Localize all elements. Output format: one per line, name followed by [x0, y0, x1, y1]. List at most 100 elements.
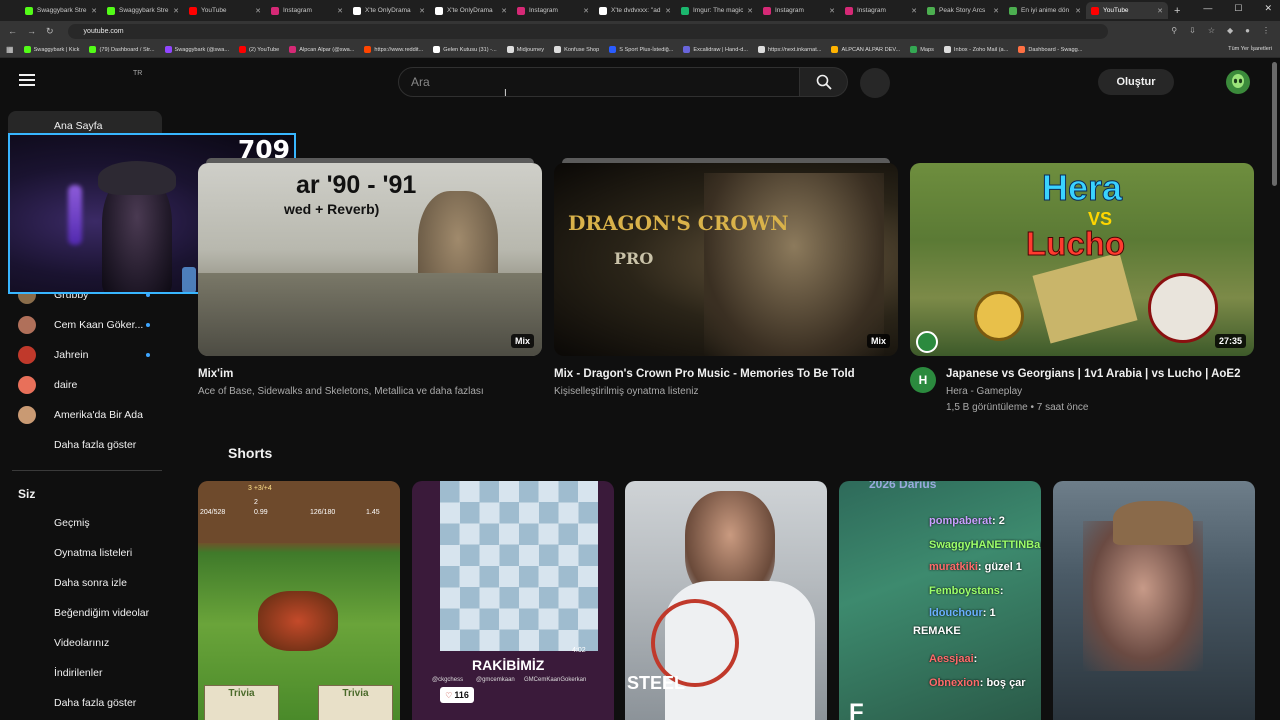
- sidebar-show-more-subs[interactable]: Daha fazla göster: [8, 430, 162, 460]
- tab-close-icon[interactable]: ✕: [993, 7, 999, 15]
- maximize-icon[interactable]: ☐: [1234, 3, 1242, 14]
- close-window-icon[interactable]: ✕: [1264, 3, 1272, 14]
- sidebar-you-item[interactable]: Daha sonra izle: [8, 568, 162, 598]
- short-card[interactable]: 4:02 RAKİBİMİZ @ckgchess @gmcemkaan GMCe…: [412, 481, 614, 720]
- video-card[interactable]: Hera VS Lucho 27:35 H Japanese vs Georgi…: [910, 163, 1254, 415]
- install-icon[interactable]: ⇩: [1189, 26, 1196, 35]
- create-label: Oluştur: [1116, 76, 1156, 88]
- sidebar-you-item[interactable]: Daha fazla göster: [8, 688, 162, 718]
- sidebar-subscription[interactable]: Amerika'da Bir Ada: [8, 400, 162, 430]
- browser-tab[interactable]: Instagram ✕: [266, 2, 348, 19]
- search-button[interactable]: [800, 67, 848, 97]
- browser-tab[interactable]: Imgur: The magic ✕: [676, 2, 758, 19]
- browser-tab[interactable]: Peak Story Arcs ✕: [922, 2, 1004, 19]
- video-title[interactable]: Mix'im: [198, 367, 542, 382]
- bookmark-item[interactable]: S Sport Plus-İstediğ...: [609, 46, 673, 53]
- bookmark-item[interactable]: ALPCAN ALPAR DEV...: [831, 46, 900, 53]
- tab-close-icon[interactable]: ✕: [501, 7, 507, 15]
- create-button[interactable]: Oluştur: [1098, 69, 1174, 95]
- video-thumbnail[interactable]: ar '90 - '91 wed + Reverb) Mix: [198, 163, 542, 356]
- voice-search-button[interactable]: [860, 68, 890, 98]
- bookmark-item[interactable]: https://www.reddit...: [364, 46, 423, 53]
- bookmark-item[interactable]: (2) YouTube: [239, 46, 279, 53]
- browser-tab[interactable]: Instagram ✕: [512, 2, 594, 19]
- back-icon[interactable]: ←: [8, 26, 17, 37]
- video-title[interactable]: Mix - Dragon's Crown Pro Music - Memorie…: [554, 367, 898, 382]
- sidebar-you-item[interactable]: Videolarınız: [8, 628, 162, 658]
- short-card[interactable]: 2026 Darius pompaberat: 2 SwaggyHANETTINB…: [839, 481, 1041, 720]
- tab-close-icon[interactable]: ✕: [829, 7, 835, 15]
- tab-close-icon[interactable]: ✕: [1157, 7, 1163, 15]
- tab-close-icon[interactable]: ✕: [911, 7, 917, 15]
- bookmark-item[interactable]: Dashboard - Swagg...: [1018, 46, 1082, 53]
- tab-close-icon[interactable]: ✕: [255, 7, 261, 15]
- zoom-icon[interactable]: ⚲: [1171, 26, 1177, 35]
- browser-tab[interactable]: YouTube ✕: [1086, 2, 1168, 19]
- browser-tab[interactable]: X'te dvdvxxx: "adı ✕: [594, 2, 676, 19]
- video-thumbnail[interactable]: Hera VS Lucho 27:35: [910, 163, 1254, 356]
- bookmark-item[interactable]: Gelen Kutusu (31) -...: [433, 46, 497, 53]
- video-subtitle[interactable]: Ace of Base, Sidewalks and Skeletons, Me…: [198, 385, 542, 399]
- forward-icon[interactable]: →: [27, 26, 36, 37]
- new-tab-icon[interactable]: +: [1174, 5, 1180, 17]
- tab-close-icon[interactable]: ✕: [173, 7, 179, 15]
- tab-close-icon[interactable]: ✕: [419, 7, 425, 15]
- extensions-icon[interactable]: ◆: [1227, 26, 1233, 35]
- sidebar-you-item[interactable]: Oynatma listeleri: [8, 538, 162, 568]
- short-card[interactable]: STEEL: [625, 481, 827, 720]
- channel-avatar[interactable]: H: [910, 367, 936, 393]
- all-bookmarks[interactable]: Tüm Yer İşaretleri: [1228, 46, 1272, 52]
- short-card[interactable]: [1053, 481, 1255, 720]
- browser-tab[interactable]: X'te OnlyDrama ✕: [430, 2, 512, 19]
- tab-close-icon[interactable]: ✕: [91, 7, 97, 15]
- reload-icon[interactable]: ↻: [46, 26, 54, 37]
- bookmark-item[interactable]: Midjourney: [506, 46, 544, 53]
- sidebar-subscription[interactable]: Cem Kaan Göker...: [8, 310, 162, 340]
- tab-close-icon[interactable]: ✕: [747, 7, 753, 15]
- browser-tab[interactable]: Swaggybark Stre ✕: [20, 2, 102, 19]
- url-field[interactable]: youtube.com: [67, 24, 1108, 39]
- thumbnail-logo-sub: PRO: [614, 249, 654, 268]
- video-thumbnail[interactable]: DRAGON'S CROWN PRO Mix: [554, 163, 898, 356]
- sidebar-you-item[interactable]: İndirilenler: [8, 658, 162, 688]
- bookmark-item[interactable]: Swaggybark (@swa...: [164, 46, 229, 53]
- tab-close-icon[interactable]: ✕: [583, 7, 589, 15]
- profile-icon[interactable]: ●: [1245, 26, 1250, 35]
- browser-tab[interactable]: YouTube ✕: [184, 2, 266, 19]
- sidebar-you-item[interactable]: Beğendiğim videolar: [8, 598, 162, 628]
- menu-icon[interactable]: [19, 74, 35, 86]
- apps-icon[interactable]: ▦: [6, 45, 14, 54]
- browser-tab[interactable]: Swaggybark Stre ✕: [102, 2, 184, 19]
- video-card[interactable]: ar '90 - '91 wed + Reverb) Mix Mix'im Ac…: [198, 158, 542, 399]
- browser-menu-icon[interactable]: ⋮: [1262, 26, 1270, 35]
- bookmark-star-icon[interactable]: ☆: [1208, 26, 1215, 35]
- browser-tab[interactable]: En iyi anime dön ✕: [1004, 2, 1086, 19]
- page-scrollbar[interactable]: [1272, 62, 1277, 186]
- handle-text: @ckgchess: [432, 677, 464, 683]
- bookmark-item[interactable]: Maps: [910, 46, 934, 53]
- video-title[interactable]: Japanese vs Georgians | 1v1 Arabia | vs …: [910, 367, 1254, 382]
- tab-close-icon[interactable]: ✕: [337, 7, 343, 15]
- account-avatar[interactable]: [1226, 70, 1250, 94]
- sidebar-you-item[interactable]: Geçmiş: [8, 508, 162, 538]
- sidebar-subscription[interactable]: Jahrein: [8, 340, 162, 370]
- bookmark-item[interactable]: Excalidraw | Hand-d...: [683, 46, 748, 53]
- short-card[interactable]: 3 +3/+4 204/528 2 0.99 126/180 1.45 Triv…: [198, 481, 400, 720]
- bookmark-item[interactable]: Inbox - Zoho Mail (a...: [943, 46, 1008, 53]
- browser-tab[interactable]: Instagram ✕: [840, 2, 922, 19]
- bookmark-item[interactable]: Alpcan Alpar (@swa...: [289, 46, 354, 53]
- minimize-icon[interactable]: —: [1203, 3, 1212, 14]
- search-input[interactable]: Ara: [398, 67, 800, 97]
- browser-tab[interactable]: X'te OnlyDrama ✕: [348, 2, 430, 19]
- channel-name[interactable]: Hera - Gameplay: [910, 385, 1254, 399]
- sidebar-subscription[interactable]: daire: [8, 370, 162, 400]
- bookmark-item[interactable]: Swaggybark | Kick: [23, 46, 79, 53]
- video-subtitle[interactable]: Kişiselleştirilmiş oynatma listeniz: [554, 385, 898, 399]
- bookmark-item[interactable]: (79) Dashboard / Str...: [89, 46, 155, 53]
- bookmark-item[interactable]: https://next.inkarnat...: [757, 46, 821, 53]
- browser-tab[interactable]: Instagram ✕: [758, 2, 840, 19]
- bookmark-item[interactable]: Konfuse Shop: [554, 46, 599, 53]
- video-card[interactable]: DRAGON'S CROWN PRO Mix Mix - Dragon's Cr…: [554, 158, 898, 399]
- tab-close-icon[interactable]: ✕: [665, 7, 671, 15]
- tab-close-icon[interactable]: ✕: [1075, 7, 1081, 15]
